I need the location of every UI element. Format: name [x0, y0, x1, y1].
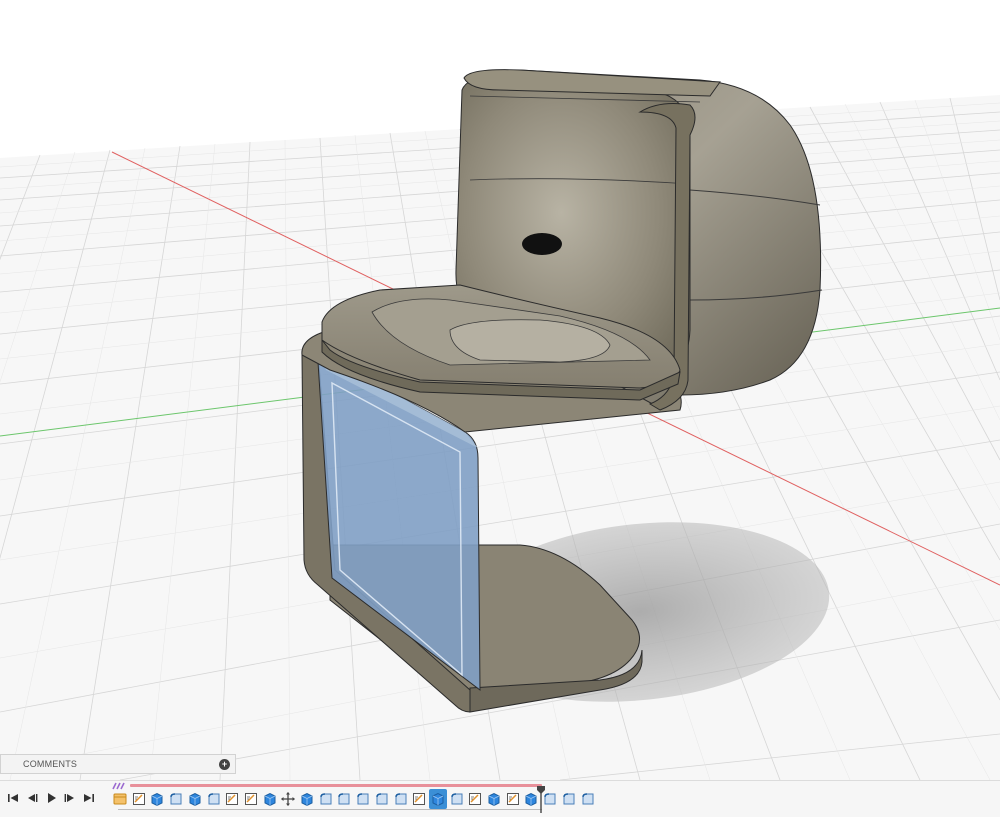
timeline-track [130, 784, 542, 787]
timeline-feature-sketch[interactable] [466, 789, 484, 809]
sketch-icon [132, 793, 145, 805]
sketch-icon [413, 793, 426, 805]
plus-circle-icon[interactable]: + [219, 759, 230, 770]
step-back-icon[interactable] [24, 790, 40, 806]
fillet-icon [450, 793, 463, 805]
sketch-icon [226, 793, 239, 805]
timeline-feature-fillet[interactable] [335, 789, 353, 809]
timeline-feature-extrude[interactable] [186, 789, 204, 809]
timeline-feature-fillet[interactable] [317, 789, 335, 809]
timeline-feature-fillet[interactable] [373, 789, 391, 809]
timeline-feature-sketch[interactable] [242, 789, 260, 809]
timeline-feature-extrude[interactable] [485, 789, 503, 809]
timeline-playhead[interactable] [536, 785, 546, 813]
timeline-feature-fillet[interactable] [392, 789, 410, 809]
extrude-icon [151, 792, 163, 807]
timeline-feature-move[interactable] [279, 789, 297, 809]
timeline-feature-fillet[interactable] [579, 789, 597, 809]
move-icon [281, 792, 296, 806]
skip-end-icon[interactable] [81, 790, 97, 806]
extrude-icon [264, 792, 276, 807]
timeline-baseline [118, 809, 542, 810]
fillet-icon [394, 793, 406, 805]
sketch-icon [244, 793, 257, 805]
fillet-icon [581, 793, 593, 805]
step-forward-icon[interactable] [62, 790, 78, 806]
timeline-feature-sketch[interactable] [223, 789, 241, 809]
timeline-bar [0, 780, 1000, 817]
sketch-icon [506, 793, 519, 805]
timeline-features[interactable] [111, 789, 593, 809]
extrude-icon [488, 792, 500, 807]
fillet-icon [207, 793, 219, 805]
fillet-icon [338, 793, 350, 805]
comments-panel[interactable]: COMMENTS + [0, 754, 236, 774]
timeline-feature-fillet[interactable] [560, 789, 578, 809]
timeline-feature-fillet[interactable] [448, 789, 466, 809]
comments-label: COMMENTS [23, 759, 78, 769]
timeline-feature-extrude[interactable] [261, 789, 279, 809]
fillet-icon [357, 793, 369, 805]
extrude-icon [189, 792, 201, 807]
extrude-icon [301, 792, 313, 807]
component-icon [113, 793, 127, 805]
timeline-feature-sketch[interactable] [410, 789, 428, 809]
timeline-feature-fillet[interactable] [354, 789, 372, 809]
3d-viewport[interactable] [0, 0, 1000, 780]
timeline-feature-fillet[interactable] [205, 789, 223, 809]
timeline-feature-extrude[interactable] [298, 789, 316, 809]
fillet-icon [563, 793, 575, 805]
sketch-icon [469, 793, 482, 805]
back-hole [522, 233, 562, 255]
timeline-feature-component[interactable] [111, 789, 129, 809]
extrude-icon [432, 792, 444, 807]
timeline-feature-sketch[interactable] [504, 789, 522, 809]
timeline-feature-sketch[interactable] [130, 789, 148, 809]
timeline-feature-extrude[interactable] [428, 789, 447, 809]
timeline-feature-extrude[interactable] [148, 789, 166, 809]
model-canvas[interactable] [0, 0, 1000, 780]
play-icon[interactable] [43, 790, 59, 806]
fillet-icon [319, 793, 332, 805]
fillet-icon [170, 793, 182, 805]
timeline-feature-fillet[interactable] [167, 789, 185, 809]
skip-start-icon[interactable] [5, 790, 21, 806]
fillet-icon [376, 793, 388, 805]
